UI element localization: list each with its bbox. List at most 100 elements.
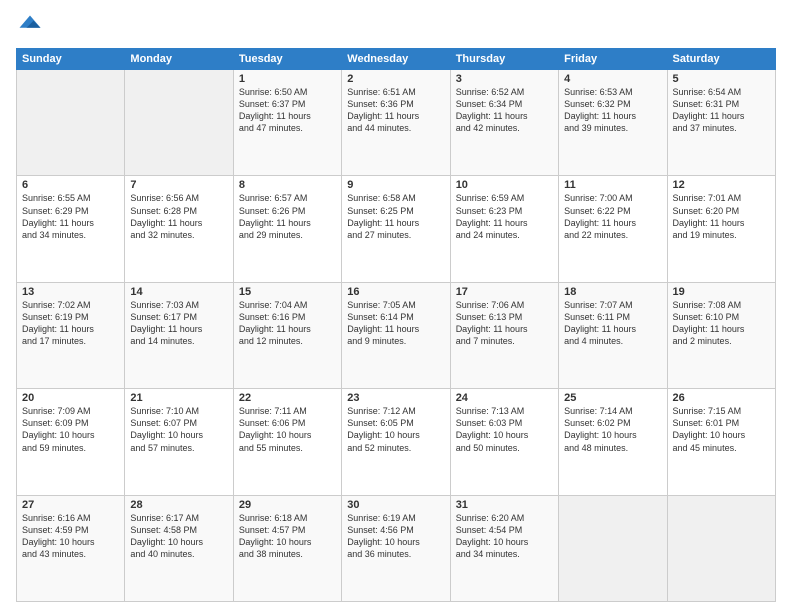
calendar-cell: 9Sunrise: 6:58 AM Sunset: 6:25 PM Daylig… [342, 176, 450, 282]
day-info: Sunrise: 7:08 AM Sunset: 6:10 PM Dayligh… [673, 299, 770, 348]
day-number: 29 [239, 499, 336, 511]
calendar-cell: 15Sunrise: 7:04 AM Sunset: 6:16 PM Dayli… [233, 282, 341, 388]
day-number: 22 [239, 392, 336, 404]
day-number: 28 [130, 499, 227, 511]
calendar-cell: 16Sunrise: 7:05 AM Sunset: 6:14 PM Dayli… [342, 282, 450, 388]
day-number: 7 [130, 179, 227, 191]
day-number: 18 [564, 286, 661, 298]
day-info: Sunrise: 7:05 AM Sunset: 6:14 PM Dayligh… [347, 299, 444, 348]
calendar-cell: 3Sunrise: 6:52 AM Sunset: 6:34 PM Daylig… [450, 70, 558, 176]
calendar-cell: 6Sunrise: 6:55 AM Sunset: 6:29 PM Daylig… [17, 176, 125, 282]
calendar-cell [667, 495, 775, 601]
day-info: Sunrise: 7:09 AM Sunset: 6:09 PM Dayligh… [22, 405, 119, 454]
calendar-cell: 17Sunrise: 7:06 AM Sunset: 6:13 PM Dayli… [450, 282, 558, 388]
day-number: 17 [456, 286, 553, 298]
day-info: Sunrise: 7:11 AM Sunset: 6:06 PM Dayligh… [239, 405, 336, 454]
day-number: 16 [347, 286, 444, 298]
day-number: 20 [22, 392, 119, 404]
calendar-cell: 1Sunrise: 6:50 AM Sunset: 6:37 PM Daylig… [233, 70, 341, 176]
day-number: 23 [347, 392, 444, 404]
weekday-header-tuesday: Tuesday [233, 49, 341, 70]
day-number: 31 [456, 499, 553, 511]
day-number: 13 [22, 286, 119, 298]
day-info: Sunrise: 6:57 AM Sunset: 6:26 PM Dayligh… [239, 192, 336, 241]
day-info: Sunrise: 7:01 AM Sunset: 6:20 PM Dayligh… [673, 192, 770, 241]
calendar-table: SundayMondayTuesdayWednesdayThursdayFrid… [16, 48, 776, 602]
calendar-cell: 20Sunrise: 7:09 AM Sunset: 6:09 PM Dayli… [17, 389, 125, 495]
day-info: Sunrise: 7:10 AM Sunset: 6:07 PM Dayligh… [130, 405, 227, 454]
day-number: 4 [564, 73, 661, 85]
calendar-cell [125, 70, 233, 176]
day-number: 30 [347, 499, 444, 511]
calendar-cell: 8Sunrise: 6:57 AM Sunset: 6:26 PM Daylig… [233, 176, 341, 282]
day-info: Sunrise: 7:00 AM Sunset: 6:22 PM Dayligh… [564, 192, 661, 241]
day-info: Sunrise: 7:04 AM Sunset: 6:16 PM Dayligh… [239, 299, 336, 348]
day-info: Sunrise: 6:58 AM Sunset: 6:25 PM Dayligh… [347, 192, 444, 241]
calendar-cell [559, 495, 667, 601]
day-info: Sunrise: 6:16 AM Sunset: 4:59 PM Dayligh… [22, 512, 119, 561]
day-info: Sunrise: 6:56 AM Sunset: 6:28 PM Dayligh… [130, 192, 227, 241]
calendar-cell: 11Sunrise: 7:00 AM Sunset: 6:22 PM Dayli… [559, 176, 667, 282]
day-info: Sunrise: 6:18 AM Sunset: 4:57 PM Dayligh… [239, 512, 336, 561]
calendar-cell [17, 70, 125, 176]
calendar-cell: 10Sunrise: 6:59 AM Sunset: 6:23 PM Dayli… [450, 176, 558, 282]
day-number: 9 [347, 179, 444, 191]
calendar-cell: 29Sunrise: 6:18 AM Sunset: 4:57 PM Dayli… [233, 495, 341, 601]
day-info: Sunrise: 6:59 AM Sunset: 6:23 PM Dayligh… [456, 192, 553, 241]
day-info: Sunrise: 7:07 AM Sunset: 6:11 PM Dayligh… [564, 299, 661, 348]
calendar-cell: 28Sunrise: 6:17 AM Sunset: 4:58 PM Dayli… [125, 495, 233, 601]
weekday-header-monday: Monday [125, 49, 233, 70]
calendar-cell: 18Sunrise: 7:07 AM Sunset: 6:11 PM Dayli… [559, 282, 667, 388]
weekday-header-friday: Friday [559, 49, 667, 70]
day-info: Sunrise: 6:52 AM Sunset: 6:34 PM Dayligh… [456, 86, 553, 135]
day-info: Sunrise: 7:06 AM Sunset: 6:13 PM Dayligh… [456, 299, 553, 348]
calendar-cell: 5Sunrise: 6:54 AM Sunset: 6:31 PM Daylig… [667, 70, 775, 176]
calendar-cell: 7Sunrise: 6:56 AM Sunset: 6:28 PM Daylig… [125, 176, 233, 282]
day-info: Sunrise: 6:53 AM Sunset: 6:32 PM Dayligh… [564, 86, 661, 135]
day-info: Sunrise: 7:15 AM Sunset: 6:01 PM Dayligh… [673, 405, 770, 454]
calendar-cell: 23Sunrise: 7:12 AM Sunset: 6:05 PM Dayli… [342, 389, 450, 495]
day-number: 3 [456, 73, 553, 85]
weekday-header-wednesday: Wednesday [342, 49, 450, 70]
day-info: Sunrise: 6:50 AM Sunset: 6:37 PM Dayligh… [239, 86, 336, 135]
day-info: Sunrise: 7:12 AM Sunset: 6:05 PM Dayligh… [347, 405, 444, 454]
day-number: 8 [239, 179, 336, 191]
calendar-cell: 14Sunrise: 7:03 AM Sunset: 6:17 PM Dayli… [125, 282, 233, 388]
day-number: 26 [673, 392, 770, 404]
day-number: 12 [673, 179, 770, 191]
day-number: 19 [673, 286, 770, 298]
day-number: 6 [22, 179, 119, 191]
weekday-header-saturday: Saturday [667, 49, 775, 70]
calendar-cell: 31Sunrise: 6:20 AM Sunset: 4:54 PM Dayli… [450, 495, 558, 601]
day-number: 24 [456, 392, 553, 404]
calendar-cell: 4Sunrise: 6:53 AM Sunset: 6:32 PM Daylig… [559, 70, 667, 176]
day-info: Sunrise: 6:54 AM Sunset: 6:31 PM Dayligh… [673, 86, 770, 135]
day-number: 1 [239, 73, 336, 85]
day-info: Sunrise: 7:03 AM Sunset: 6:17 PM Dayligh… [130, 299, 227, 348]
calendar-cell: 19Sunrise: 7:08 AM Sunset: 6:10 PM Dayli… [667, 282, 775, 388]
calendar-cell: 27Sunrise: 6:16 AM Sunset: 4:59 PM Dayli… [17, 495, 125, 601]
day-info: Sunrise: 6:55 AM Sunset: 6:29 PM Dayligh… [22, 192, 119, 241]
calendar-cell: 24Sunrise: 7:13 AM Sunset: 6:03 PM Dayli… [450, 389, 558, 495]
day-number: 27 [22, 499, 119, 511]
day-number: 25 [564, 392, 661, 404]
day-info: Sunrise: 6:20 AM Sunset: 4:54 PM Dayligh… [456, 512, 553, 561]
day-info: Sunrise: 6:51 AM Sunset: 6:36 PM Dayligh… [347, 86, 444, 135]
day-number: 21 [130, 392, 227, 404]
day-number: 10 [456, 179, 553, 191]
day-info: Sunrise: 7:14 AM Sunset: 6:02 PM Dayligh… [564, 405, 661, 454]
day-info: Sunrise: 7:13 AM Sunset: 6:03 PM Dayligh… [456, 405, 553, 454]
day-number: 14 [130, 286, 227, 298]
day-number: 11 [564, 179, 661, 191]
weekday-header-sunday: Sunday [17, 49, 125, 70]
calendar-cell: 2Sunrise: 6:51 AM Sunset: 6:36 PM Daylig… [342, 70, 450, 176]
day-info: Sunrise: 7:02 AM Sunset: 6:19 PM Dayligh… [22, 299, 119, 348]
logo [16, 12, 48, 40]
calendar-cell: 26Sunrise: 7:15 AM Sunset: 6:01 PM Dayli… [667, 389, 775, 495]
calendar-cell: 13Sunrise: 7:02 AM Sunset: 6:19 PM Dayli… [17, 282, 125, 388]
calendar-cell: 25Sunrise: 7:14 AM Sunset: 6:02 PM Dayli… [559, 389, 667, 495]
calendar-cell: 12Sunrise: 7:01 AM Sunset: 6:20 PM Dayli… [667, 176, 775, 282]
weekday-header-thursday: Thursday [450, 49, 558, 70]
calendar-cell: 22Sunrise: 7:11 AM Sunset: 6:06 PM Dayli… [233, 389, 341, 495]
calendar-cell: 21Sunrise: 7:10 AM Sunset: 6:07 PM Dayli… [125, 389, 233, 495]
